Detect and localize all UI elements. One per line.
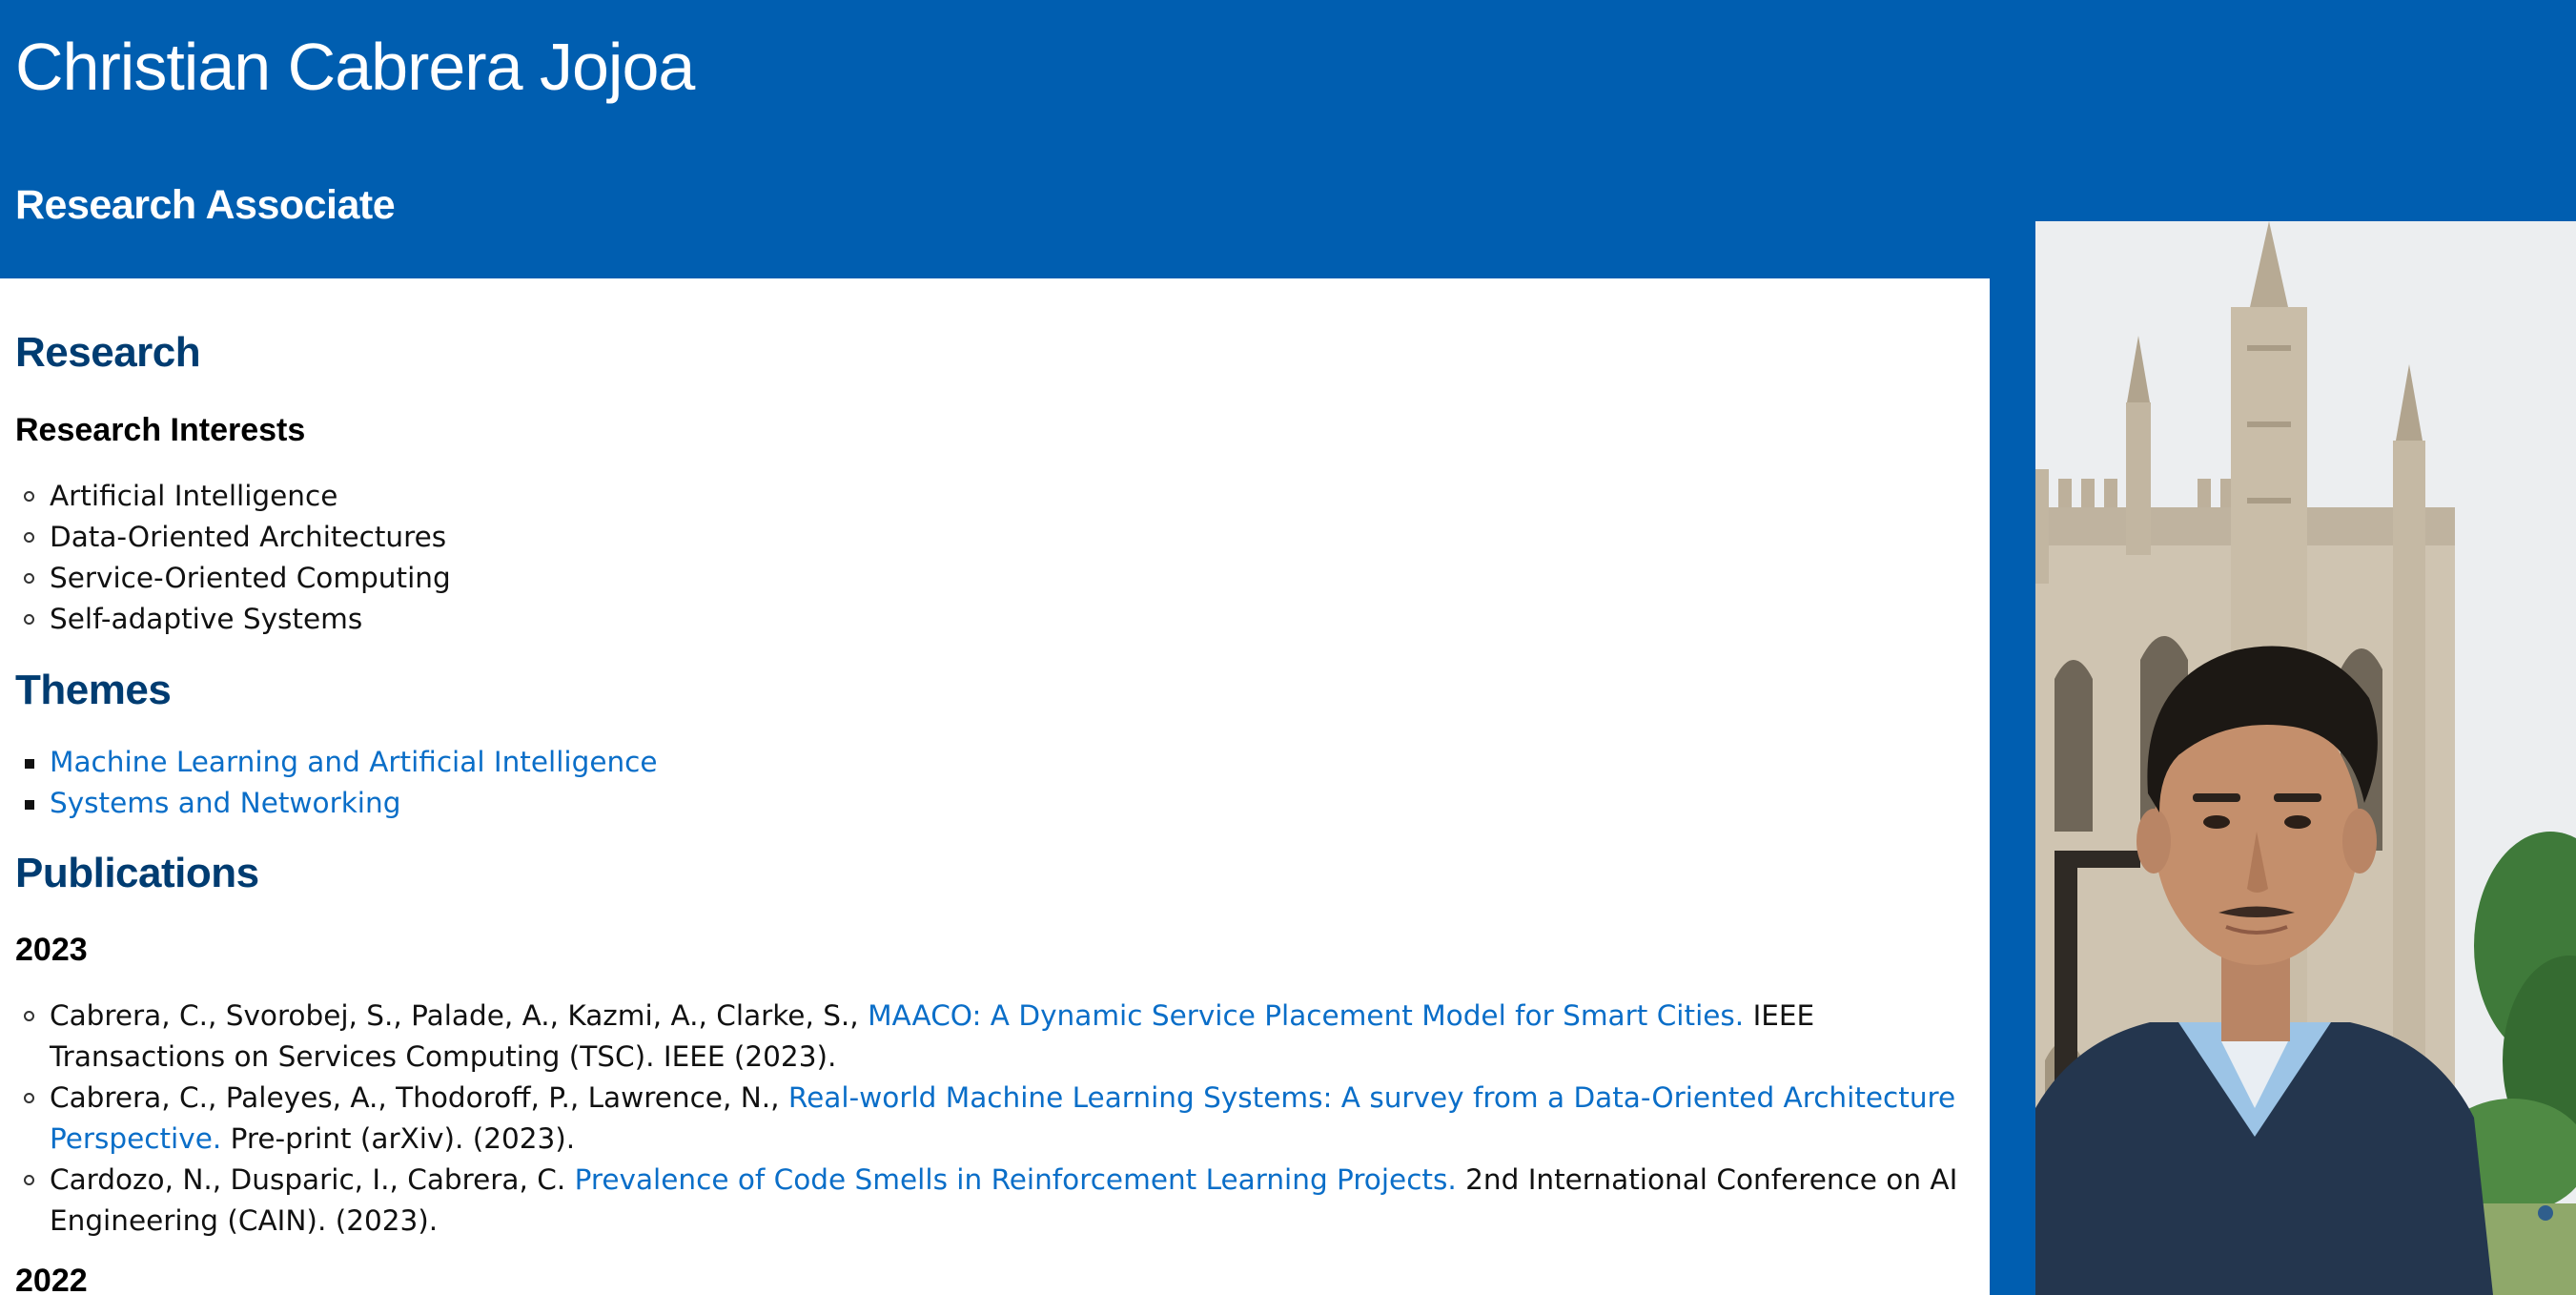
profile-photo <box>2035 221 2576 1295</box>
main-content: Research Research Interests Artificial I… <box>0 278 1990 1295</box>
publication-venue: IEEE <box>1752 999 1815 1032</box>
theme-link-systems-networking[interactable]: Systems and Networking <box>50 787 400 819</box>
publication-title-link[interactable]: Perspective. <box>50 1122 221 1155</box>
themes-heading: Themes <box>15 667 172 713</box>
publication-item: Cardozo, N., Dusparic, I., Cabrera, C. P… <box>0 1160 1973 1242</box>
publication-title-link[interactable]: Real-world Machine Learning Systems: A s… <box>788 1081 1955 1114</box>
list-item: Self-adaptive Systems <box>0 599 451 640</box>
publication-venue: Transactions on Services Computing (TSC)… <box>50 1040 837 1073</box>
job-title: Research Associate <box>15 182 396 228</box>
year-heading-2022: 2022 <box>15 1263 88 1295</box>
list-item: Service-Oriented Computing <box>0 558 451 599</box>
publication-authors: Cabrera, C., Paleyes, A., Thodoroff, P.,… <box>50 1081 780 1114</box>
list-item: Data-Oriented Architectures <box>0 517 451 558</box>
year-heading-2023: 2023 <box>15 932 88 968</box>
publication-item: Cabrera, C., Svorobej, S., Palade, A., K… <box>0 996 1973 1078</box>
profile-photo-illustration <box>2035 221 2576 1295</box>
publication-line: Cabrera, C., Svorobej, S., Palade, A., K… <box>50 996 1973 1037</box>
research-interests-heading: Research Interests <box>15 412 306 448</box>
publication-line: Cabrera, C., Paleyes, A., Thodoroff, P.,… <box>50 1078 1973 1119</box>
list-item: Artificial Intelligence <box>0 476 451 517</box>
page-title: Christian Cabrera Jojoa <box>15 30 695 104</box>
research-heading: Research <box>15 329 201 376</box>
publication-item: Cabrera, C., Paleyes, A., Thodoroff, P.,… <box>0 1078 1973 1160</box>
publication-venue: Engineering (CAIN). (2023). <box>50 1204 439 1237</box>
publication-line: Perspective. Pre-print (arXiv). (2023). <box>50 1119 1973 1160</box>
publication-line: Cardozo, N., Dusparic, I., Cabrera, C. P… <box>50 1160 1973 1201</box>
publication-authors: Cabrera, C., Svorobej, S., Palade, A., K… <box>50 999 859 1032</box>
publication-venue: 2nd International Conference on AI <box>1465 1163 1958 1196</box>
theme-item: Machine Learning and Artificial Intellig… <box>0 742 658 783</box>
research-interests-list: Artificial Intelligence Data-Oriented Ar… <box>0 476 451 640</box>
theme-item: Systems and Networking <box>0 783 658 824</box>
publications-list-2023: Cabrera, C., Svorobej, S., Palade, A., K… <box>0 996 1973 1242</box>
themes-list: Machine Learning and Artificial Intellig… <box>0 742 658 824</box>
publication-venue: Pre-print (arXiv). (2023). <box>230 1122 576 1155</box>
theme-link-ml-ai[interactable]: Machine Learning and Artificial Intellig… <box>50 746 658 778</box>
publication-title-link[interactable]: MAACO: A Dynamic Service Placement Model… <box>868 999 1744 1032</box>
publication-title-link[interactable]: Prevalence of Code Smells in Reinforceme… <box>575 1163 1457 1196</box>
publication-authors: Cardozo, N., Dusparic, I., Cabrera, C. <box>50 1163 566 1196</box>
publications-heading: Publications <box>15 850 259 896</box>
